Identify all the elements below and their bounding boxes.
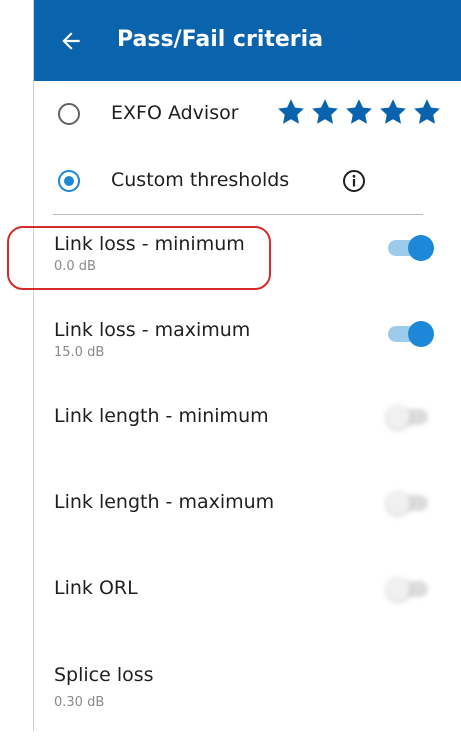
exfo-advisor-label: EXFO Advisor (111, 102, 239, 124)
toggle-knob (408, 235, 434, 261)
star-icon (278, 99, 304, 124)
rating-stars (275, 97, 443, 127)
back-arrow-icon[interactable] (58, 28, 84, 54)
divider (53, 214, 423, 215)
setting-title: Link length - minimum (54, 405, 269, 427)
setting-link-loss-maximum[interactable]: Link loss - maximum 15.0 dB (34, 319, 461, 405)
link-loss-maximum-toggle[interactable] (384, 319, 434, 349)
exfo-advisor-radio[interactable] (58, 103, 80, 125)
setting-link-loss-minimum[interactable]: Link loss - minimum 0.0 dB (34, 233, 461, 319)
setting-title: Link ORL (54, 577, 138, 599)
setting-link-length-maximum[interactable]: Link length - maximum (34, 491, 461, 577)
setting-value: 0.30 dB (54, 695, 105, 710)
setting-title: Splice loss (54, 664, 154, 686)
app-header: Pass/Fail criteria (34, 0, 461, 81)
link-length-minimum-toggle[interactable] (384, 402, 434, 432)
link-orl-toggle[interactable] (384, 574, 434, 604)
setting-title: Link loss - minimum (54, 233, 245, 255)
toggle-knob (408, 321, 434, 347)
option-exfo-advisor[interactable]: EXFO Advisor (34, 88, 461, 144)
toggle-knob (386, 491, 410, 515)
option-custom-thresholds[interactable]: Custom thresholds (34, 155, 461, 211)
setting-title: Link loss - maximum (54, 319, 251, 341)
custom-thresholds-radio[interactable] (58, 170, 80, 192)
star-icon (312, 99, 338, 124)
custom-thresholds-label: Custom thresholds (111, 169, 290, 191)
page-title: Pass/Fail criteria (117, 27, 324, 52)
link-loss-minimum-toggle[interactable] (384, 233, 434, 263)
toggle-knob (386, 405, 410, 429)
setting-value: 15.0 dB (54, 345, 105, 360)
toggle-knob (386, 577, 410, 601)
star-icon (380, 99, 406, 124)
setting-value: 0.0 dB (54, 259, 96, 274)
radio-selected-dot (64, 176, 74, 186)
info-icon[interactable] (342, 169, 366, 193)
setting-title: Link length - maximum (54, 491, 275, 513)
setting-splice-loss[interactable]: Splice loss 0.30 dB (34, 664, 461, 750)
link-length-maximum-toggle[interactable] (384, 488, 434, 518)
setting-link-orl[interactable]: Link ORL (34, 577, 461, 663)
star-icon (346, 99, 372, 124)
star-icon (414, 99, 440, 124)
setting-link-length-minimum[interactable]: Link length - minimum (34, 405, 461, 491)
